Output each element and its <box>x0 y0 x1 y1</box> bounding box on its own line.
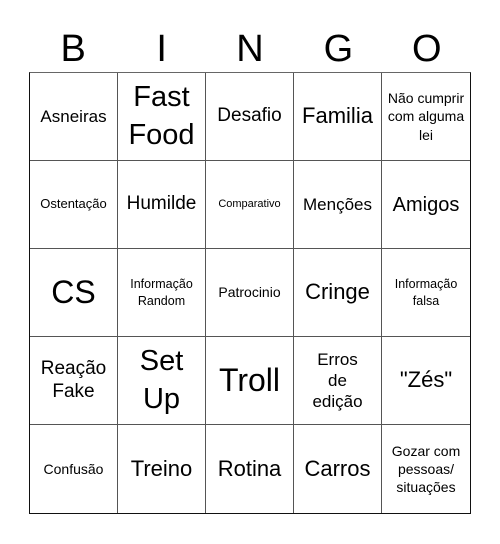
header-letter-o: O <box>412 28 442 70</box>
cell-text: Patrocinio <box>218 284 281 301</box>
cell-text: Asneiras <box>40 106 107 126</box>
bingo-cell[interactable]: Menções <box>294 161 382 249</box>
bingo-cell[interactable]: Reação Fake <box>30 337 118 425</box>
bingo-cell[interactable]: Não cumprir com alguma lei <box>382 73 470 161</box>
bingo-cell[interactable]: Informação falsa <box>382 249 470 337</box>
cell-text: Não cumprir com alguma lei <box>387 90 465 143</box>
cell-text: Set Up <box>139 344 184 415</box>
cell-text: Amigos <box>392 193 460 216</box>
cell-text: Carros <box>304 455 371 481</box>
header-letter-g: G <box>323 28 354 70</box>
bingo-cell[interactable]: CS <box>30 249 118 337</box>
cell-text: Treino <box>130 455 193 481</box>
bingo-cell[interactable]: Troll <box>206 337 294 425</box>
cell-text: "Zés" <box>399 367 453 393</box>
bingo-cell[interactable]: Patrocinio <box>206 249 294 337</box>
cell-text: Familia <box>302 103 373 129</box>
cell-text: Confusão <box>43 460 104 477</box>
cell-text: Menções <box>303 194 372 214</box>
cell-text: Troll <box>218 362 281 399</box>
bingo-cell[interactable]: Set Up <box>118 337 206 425</box>
header-letter-b: B <box>60 28 86 70</box>
cell-text: Ostentação <box>40 196 107 212</box>
cell-text: CS <box>51 274 96 311</box>
cell-text: Desafio <box>217 105 282 127</box>
bingo-grid: Asneiras Fast Food Desafio Familia Não c… <box>29 72 471 514</box>
bingo-cell[interactable]: Erros de edição <box>294 337 382 425</box>
bingo-cell[interactable]: Asneiras <box>30 73 118 161</box>
cell-text: Reação Fake <box>40 357 107 402</box>
header-letter-n: N <box>236 28 264 70</box>
bingo-cell[interactable]: Desafio <box>206 73 294 161</box>
bingo-cell[interactable]: Carros <box>294 425 382 513</box>
bingo-cell[interactable]: Ostentação <box>30 161 118 249</box>
bingo-cell[interactable]: Humilde <box>118 161 206 249</box>
cell-text: Fast Food <box>128 80 195 151</box>
cell-text: Informação Random <box>130 276 193 308</box>
header-letter-i: I <box>156 28 167 70</box>
bingo-cell[interactable]: "Zés" <box>382 337 470 425</box>
cell-text: Gozar com pessoas/ situações <box>391 442 461 496</box>
bingo-cell[interactable]: Informação Random <box>118 249 206 337</box>
bingo-cell[interactable]: Fast Food <box>118 73 206 161</box>
cell-text: Erros de edição <box>312 349 363 412</box>
bingo-cell[interactable]: Familia <box>294 73 382 161</box>
cell-text: Cringe <box>305 279 370 305</box>
cell-text: Humilde <box>126 193 197 215</box>
bingo-cell[interactable]: Gozar com pessoas/ situações <box>382 425 470 513</box>
bingo-cell[interactable]: Rotina <box>206 425 294 513</box>
bingo-cell[interactable]: Confusão <box>30 425 118 513</box>
cell-text: Rotina <box>217 455 282 481</box>
bingo-cell[interactable]: Comparativo <box>206 161 294 249</box>
cell-text: Informação falsa <box>394 276 458 308</box>
bingo-header: B I N G O <box>29 26 471 72</box>
bingo-cell[interactable]: Treino <box>118 425 206 513</box>
bingo-cell[interactable]: Cringe <box>294 249 382 337</box>
cell-text: Comparativo <box>218 198 281 211</box>
bingo-cell[interactable]: Amigos <box>382 161 470 249</box>
